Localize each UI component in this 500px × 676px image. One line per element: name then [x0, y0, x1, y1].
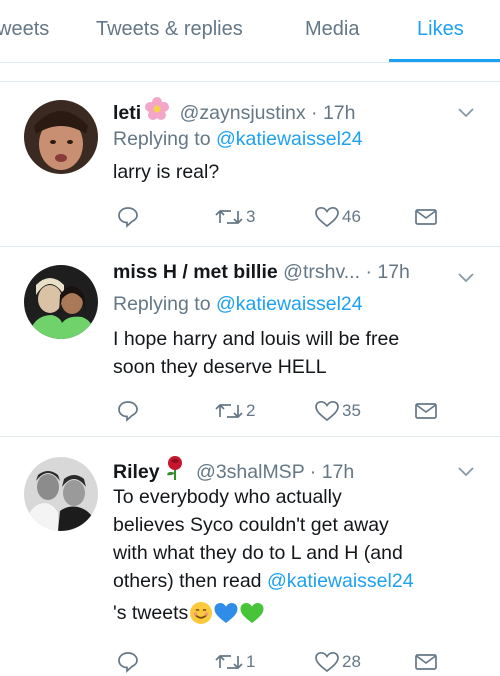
tweet-actions: 2 35: [0, 399, 500, 423]
direct-message-button[interactable]: [414, 205, 438, 229]
direct-message-button[interactable]: [414, 399, 438, 423]
smiling-face-icon: [190, 602, 213, 624]
tweet-text-line: others) then read @katiewaissel24: [113, 567, 483, 595]
avatar[interactable]: [24, 100, 98, 174]
tweet-text: To everybody who actually believes Syco …: [113, 483, 483, 627]
tab-likes[interactable]: Likes: [417, 18, 464, 41]
tab-tweets[interactable]: weets: [0, 18, 49, 41]
replying-to: Replying to @katiewaissel24: [113, 128, 363, 151]
envelope-icon: [415, 209, 437, 225]
like-button[interactable]: 35: [314, 399, 361, 423]
replying-to-link[interactable]: @katiewaissel24: [216, 293, 363, 315]
retweet-icon: [215, 655, 243, 669]
tweet-header: leti @zaynsjustinx · 17h: [113, 96, 356, 128]
chevron-down-icon[interactable]: [458, 108, 474, 118]
direct-message-button[interactable]: [414, 650, 438, 674]
green-heart-icon: [240, 603, 264, 623]
retweet-count: 1: [246, 652, 256, 671]
envelope-icon: [415, 654, 437, 670]
tweet-text-line: soon they deserve HELL: [113, 356, 327, 378]
reply-icon: [118, 207, 138, 228]
avatar[interactable]: [24, 457, 98, 531]
retweet-icon: [215, 210, 243, 224]
tweet-actions: 3 46: [0, 205, 500, 229]
heart-icon: [315, 206, 339, 228]
like-count: 28: [342, 652, 361, 671]
tweet-item[interactable]: miss H / met billie @trshv... · 17h Repl…: [0, 247, 500, 437]
retweet-count: 3: [246, 207, 256, 226]
chevron-down-icon[interactable]: [458, 273, 474, 283]
tweet-text-segment: 's tweets: [113, 602, 189, 624]
like-button[interactable]: 28: [314, 650, 361, 674]
tweet-item[interactable]: Riley @3shalMSP · 17h To everybody who a…: [0, 437, 500, 676]
tweet-text-line: with what they do to L and H (and: [113, 542, 403, 564]
chevron-down-icon[interactable]: [458, 467, 474, 477]
retweet-button[interactable]: 3: [214, 205, 255, 229]
heart-icon: [315, 400, 339, 422]
like-button[interactable]: 46: [314, 205, 361, 229]
retweet-button[interactable]: 1: [214, 650, 255, 674]
reply-icon: [118, 401, 138, 422]
tweet-text-line: believes Syco couldn't get away: [113, 514, 389, 536]
tab-media[interactable]: Media: [305, 18, 359, 41]
display-name[interactable]: miss H / met billie: [113, 261, 278, 283]
timestamp[interactable]: · 17h: [365, 261, 409, 283]
tweet-actions: 1 28: [0, 650, 500, 674]
tweet-text-line: To everybody who actually: [113, 486, 342, 508]
like-count: 35: [342, 401, 361, 420]
timestamp[interactable]: · 17h: [310, 461, 354, 483]
blue-heart-icon: [214, 603, 238, 623]
reply-button[interactable]: [116, 399, 140, 423]
profile-tabs: weets Tweets & replies Media Likes: [0, 0, 500, 63]
retweet-count: 2: [246, 401, 256, 420]
tweet-text-line: 's tweets: [113, 599, 483, 627]
tweet-text-segment: others) then read: [113, 570, 262, 592]
avatar[interactable]: [24, 265, 98, 339]
reply-icon: [118, 652, 138, 673]
user-handle[interactable]: @zaynsjustinx: [180, 102, 306, 124]
replying-to-label: Replying to: [113, 293, 211, 315]
tweet-item[interactable]: leti @zaynsjustinx · 17h Replying to @ka…: [0, 82, 500, 247]
replying-to-link[interactable]: @katiewaissel24: [216, 128, 363, 150]
heart-icon: [315, 651, 339, 673]
reply-button[interactable]: [116, 205, 140, 229]
replying-to: Replying to @katiewaissel24: [113, 293, 363, 316]
retweet-icon: [215, 404, 243, 418]
timestamp[interactable]: · 17h: [311, 102, 355, 124]
display-name[interactable]: leti: [113, 102, 141, 124]
replying-to-label: Replying to: [113, 128, 211, 150]
mention-link[interactable]: @katiewaissel24: [267, 570, 414, 592]
active-tab-indicator: [389, 59, 500, 62]
tweet-text-line: I hope harry and louis will be free: [113, 328, 400, 350]
tweet-text: I hope harry and louis will be free soon…: [113, 325, 483, 381]
envelope-icon: [415, 403, 437, 419]
display-name[interactable]: Riley: [113, 461, 160, 483]
user-handle[interactable]: @trshv...: [283, 261, 360, 283]
tab-tweets-and-replies[interactable]: Tweets & replies: [96, 18, 243, 41]
reply-button[interactable]: [116, 650, 140, 674]
tweet-text: larry is real?: [113, 161, 220, 183]
tweet-header: miss H / met billie @trshv... · 17h: [113, 261, 410, 284]
like-count: 46: [342, 207, 361, 226]
cherry-blossom-icon: [144, 96, 170, 128]
section-divider: [0, 63, 500, 82]
retweet-button[interactable]: 2: [214, 399, 255, 423]
user-handle[interactable]: @3shalMSP: [196, 461, 304, 483]
